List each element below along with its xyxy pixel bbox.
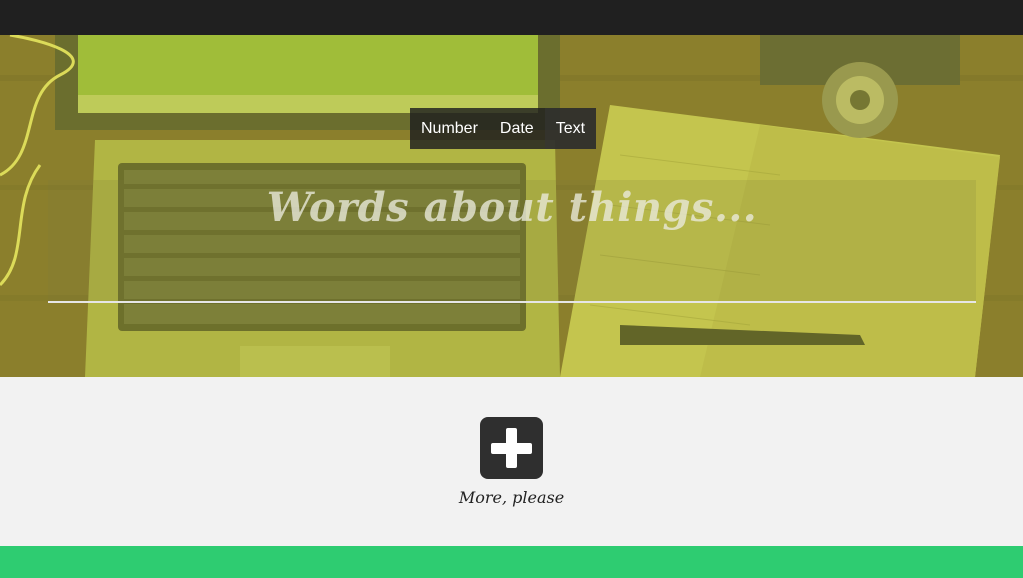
top-bar — [0, 0, 1023, 35]
footer-accent-bar — [0, 546, 1023, 578]
add-more-section: More, please — [0, 377, 1023, 546]
text-input-placeholder: Words about things... — [266, 184, 758, 231]
add-more-button[interactable] — [480, 417, 543, 479]
type-option-text[interactable]: Text — [544, 108, 597, 149]
text-input-area[interactable]: Words about things... — [48, 180, 976, 303]
type-option-number[interactable]: Number — [410, 108, 489, 149]
value-type-switcher: Number Date Text — [410, 108, 597, 149]
add-more-label[interactable]: More, please — [0, 488, 1023, 507]
type-option-date[interactable]: Date — [488, 108, 545, 149]
